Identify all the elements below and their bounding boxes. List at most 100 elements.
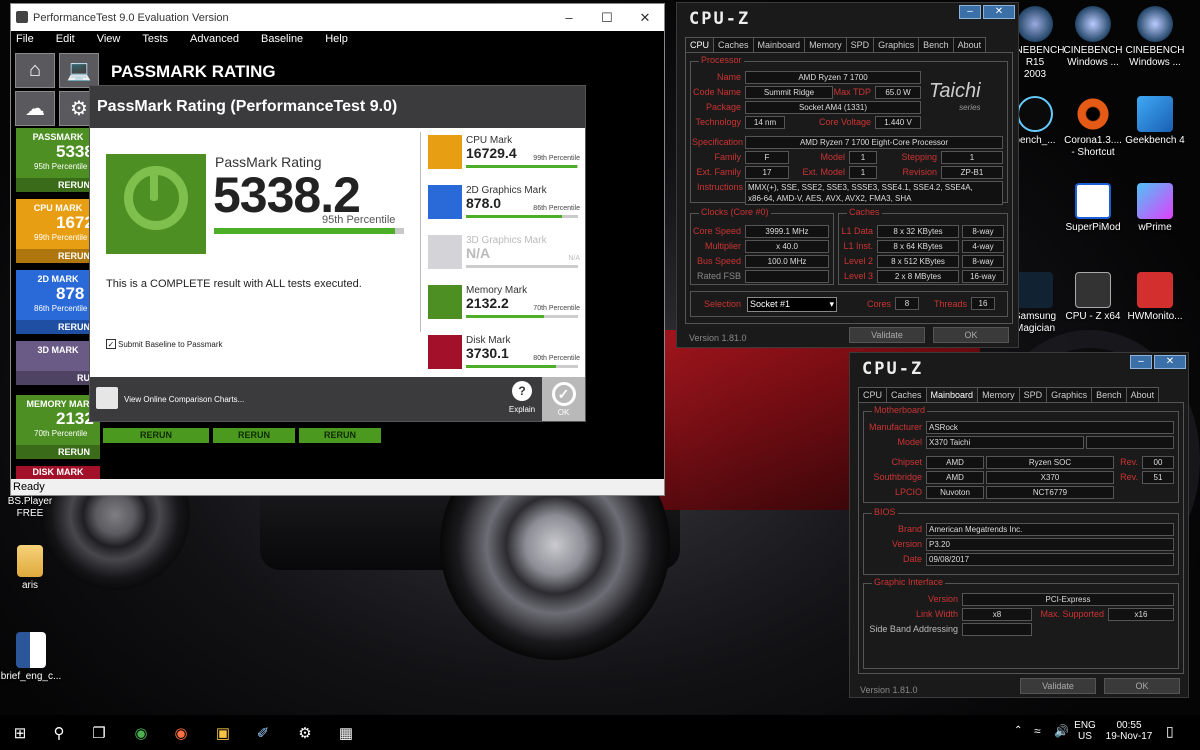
tab-about[interactable]: About <box>952 37 987 53</box>
language-indicator[interactable]: ENG US <box>1074 720 1096 742</box>
tab-spd[interactable]: SPD <box>845 37 875 53</box>
close-button[interactable]: ✕ <box>983 5 1015 19</box>
tab-about[interactable]: About <box>1125 387 1160 403</box>
rerun-button[interactable]: RERUN <box>16 178 100 192</box>
tab-spd[interactable]: SPD <box>1018 387 1048 403</box>
desktop-icon-superpimod[interactable]: SuperPiMod <box>1058 183 1128 234</box>
disk-mark-tile[interactable]: DISK MARK <box>16 466 100 480</box>
3d-mark-tile[interactable]: 3D MARK RU <box>16 341 100 385</box>
rerun-button[interactable]: RERUN <box>16 320 100 334</box>
field-label: Level 2 <box>843 256 873 266</box>
menu-help[interactable]: Help <box>320 33 365 45</box>
clock[interactable]: 00:55 19-Nov-17 <box>1102 720 1156 742</box>
rerun-button[interactable]: RU <box>16 371 100 385</box>
monitor-info-icon[interactable]: 💻 <box>59 53 99 88</box>
windows-start-icon[interactable]: ⊞ <box>9 722 31 744</box>
tab-cpu[interactable]: CPU <box>858 387 888 403</box>
field-label: Max. Supported <box>1040 609 1104 619</box>
desktop-icon-cpuz[interactable]: CPU - Z x64 <box>1058 272 1128 323</box>
core-voltage: 1.440 V <box>875 116 921 129</box>
menu-edit[interactable]: Edit <box>51 33 92 45</box>
desktop-icon-cinebench[interactable]: CINEBENCH Windows ... <box>1058 6 1128 69</box>
desktop-icon-hwmonitor[interactable]: HWMonito... <box>1120 272 1190 323</box>
file-explorer-icon[interactable]: ▣ <box>212 722 234 744</box>
desktop-icon-wprime[interactable]: wPrime <box>1120 183 1190 234</box>
close-button[interactable]: ✕ <box>1154 355 1186 369</box>
desktop-icon-geekbench[interactable]: Geekbench 4 <box>1120 96 1190 147</box>
mark-bar-fill <box>466 215 563 218</box>
tab-mainboard[interactable]: Mainboard <box>752 37 806 53</box>
field-label: Ext. Model <box>802 167 845 177</box>
desktop-icon-cinebench[interactable]: CINEBENCH Windows ... <box>1120 6 1190 69</box>
ok-button[interactable]: ✓ OK <box>542 377 585 421</box>
tab-caches[interactable]: Caches <box>713 37 754 53</box>
cpu-mark-tile[interactable]: CPU MARK 16729 99th Percentile RERUN <box>16 199 103 263</box>
cpuz-icon <box>1075 272 1111 308</box>
menu-advanced[interactable]: Advanced <box>185 33 256 45</box>
close-button[interactable]: ✕ <box>626 4 664 31</box>
desktop-icon-corona[interactable]: Corona1.3.... - Shortcut <box>1058 96 1128 159</box>
task-view-icon[interactable]: ❐ <box>88 722 110 744</box>
cpuz-taskbar-icon[interactable]: ▦ <box>335 722 357 744</box>
menu-tests[interactable]: Tests <box>137 33 185 45</box>
cloud-upload-icon[interactable]: ☁ <box>15 91 55 126</box>
maximize-button[interactable]: ☐ <box>588 4 626 31</box>
tab-graphics[interactable]: Graphics <box>1046 387 1093 403</box>
minimize-button[interactable]: – <box>959 5 981 19</box>
firefox-icon[interactable]: ◉ <box>170 722 192 744</box>
specification: AMD Ryzen 7 1700 Eight-Core Processor <box>745 136 1003 149</box>
rerun-button[interactable]: RERUN <box>299 428 381 443</box>
tab-bench[interactable]: Bench <box>918 37 954 53</box>
field-label: Core Speed <box>692 226 741 236</box>
validate-button[interactable]: Validate <box>849 327 925 343</box>
manufacturer: ASRock <box>926 421 1174 434</box>
menu-baseline[interactable]: Baseline <box>256 33 320 45</box>
memory-mark-tile[interactable]: MEMORY MAR 2132 70th Percentile RERUN <box>16 395 100 459</box>
paint-icon[interactable]: ✐ <box>252 722 274 744</box>
notifications-icon[interactable]: ▯ <box>1166 723 1174 740</box>
desktop-icon-aris-folder[interactable]: aris <box>0 545 65 592</box>
home-icon[interactable]: ⌂ <box>15 53 55 88</box>
clocks-group: Clocks (Core #0) Core Speed 3999.1 MHz M… <box>690 207 834 285</box>
tab-memory[interactable]: Memory <box>977 387 1020 403</box>
tab-memory[interactable]: Memory <box>804 37 847 53</box>
submit-baseline-checkbox[interactable]: ✓ Submit Baseline to Passmark <box>106 339 223 349</box>
tab-mainboard[interactable]: Mainboard <box>925 387 979 403</box>
gauge-icon <box>124 166 188 230</box>
desktop-icon-word-doc[interactable]: brief_eng_c... <box>0 632 66 683</box>
minimize-button[interactable]: – <box>550 4 588 31</box>
comparison-charts-icon[interactable] <box>96 387 118 409</box>
tab-bench[interactable]: Bench <box>1091 387 1127 403</box>
explain-button[interactable]: ? Explain <box>502 381 542 414</box>
passmark-tile[interactable]: PASSMARK 5338 95th Percentile RERUN <box>16 128 100 192</box>
tab-caches[interactable]: Caches <box>886 387 927 403</box>
ok-button[interactable]: OK <box>1104 678 1180 694</box>
ok-button[interactable]: OK <box>933 327 1009 343</box>
mark-bar-fill <box>466 165 577 168</box>
network-icon[interactable]: ≈ <box>1034 724 1041 738</box>
desktop-icon-bsplayer[interactable]: BS.Player FREE <box>0 496 65 520</box>
volume-icon[interactable]: 🔊 <box>1054 724 1069 738</box>
rerun-button[interactable]: RERUN <box>16 249 100 263</box>
tab-cpu[interactable]: CPU <box>685 37 715 53</box>
chrome-icon[interactable]: ◉ <box>130 722 152 744</box>
menu-view[interactable]: View <box>92 33 138 45</box>
bios-version: P3.20 <box>926 538 1174 551</box>
minimize-button[interactable]: – <box>1130 355 1152 369</box>
chevron-up-icon[interactable]: ⌃ <box>1014 725 1022 736</box>
performancetest-taskbar-icon[interactable]: ⚙ <box>294 722 316 744</box>
tab-graphics[interactable]: Graphics <box>873 37 920 53</box>
validate-button[interactable]: Validate <box>1020 678 1096 694</box>
max-tdp: 65.0 W <box>875 86 921 99</box>
rerun-button[interactable]: RERUN <box>103 428 209 443</box>
rerun-button[interactable]: RERUN <box>213 428 295 443</box>
taichi-logo-sub: series <box>959 103 981 112</box>
search-icon[interactable]: ⚲ <box>48 722 70 744</box>
menu-file[interactable]: File <box>11 33 51 45</box>
2d-mark-tile[interactable]: 2D MARK 878 86th Percentile RERUN <box>16 270 100 334</box>
socket-select[interactable]: Socket #1 ▾ <box>747 297 837 312</box>
checkbox-checked-icon[interactable]: ✓ <box>106 339 116 349</box>
view-comparison-charts-link[interactable]: View Online Comparison Charts... <box>124 395 244 404</box>
pt-titlebar[interactable]: PerformanceTest 9.0 Evaluation Version –… <box>11 4 664 31</box>
rerun-button[interactable]: RERUN <box>16 445 100 459</box>
